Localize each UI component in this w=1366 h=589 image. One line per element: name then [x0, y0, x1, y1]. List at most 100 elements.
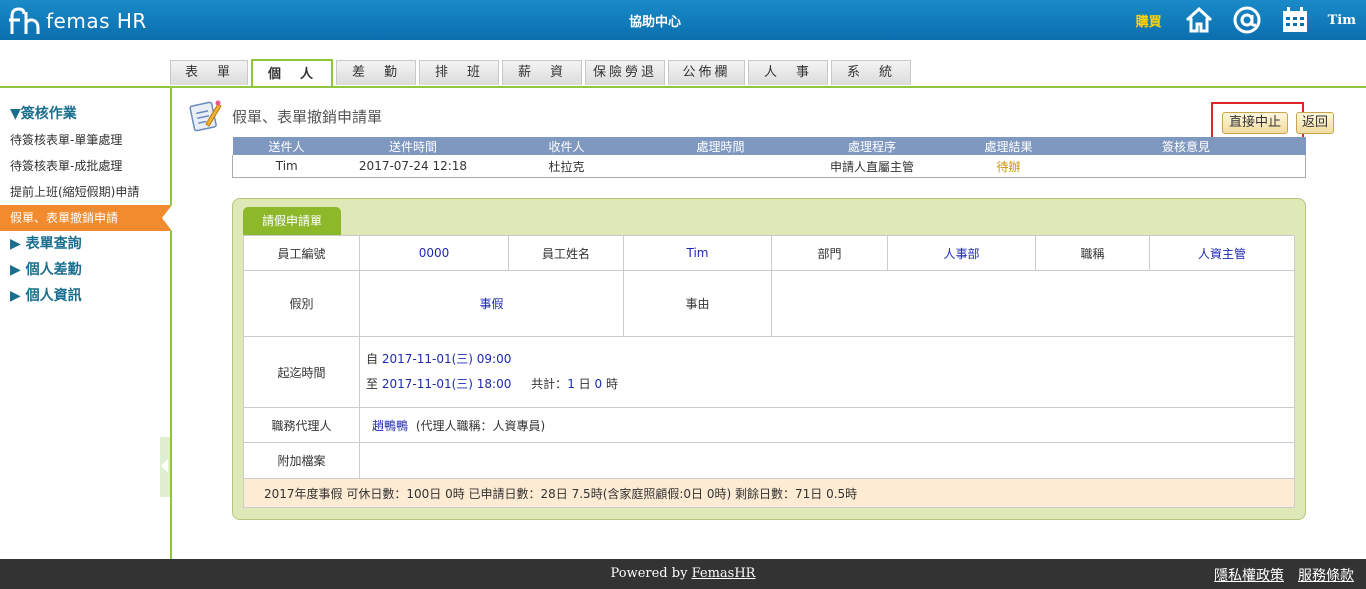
form-row-agent: 職務代理人 趙鴨鴨 (代理人職稱：人資專員): [243, 407, 1295, 443]
privacy-policy-link[interactable]: 隱私權政策: [1214, 565, 1284, 585]
sidebar-item-batch-approval[interactable]: 待簽核表單-成批處理: [0, 153, 170, 179]
label-emp-no: 員工編號: [243, 235, 360, 271]
sidebar-collapse-handle[interactable]: [160, 437, 170, 497]
page-title: 假單、表單撤銷申請單: [232, 108, 383, 126]
col-sender: 送件人: [232, 137, 341, 155]
sidebar-item-single-approval[interactable]: 待簽核表單-單筆處理: [0, 127, 170, 153]
home-icon[interactable]: [1184, 5, 1214, 35]
panel-tab-leave-request[interactable]: 請假申請單: [243, 207, 341, 235]
cell-send-time: 2017-07-24 12:18: [340, 155, 486, 178]
cell-receiver: 杜拉克: [485, 155, 648, 178]
col-send-time: 送件時間: [340, 137, 486, 155]
back-button[interactable]: 返回: [1296, 112, 1335, 134]
to-prefix: 至: [366, 377, 379, 391]
cell-result: 待辦: [950, 155, 1067, 178]
femas-logo-icon: [9, 7, 40, 34]
femas-logo[interactable]: femas HR: [8, 6, 147, 36]
label-dept: 部門: [771, 235, 888, 271]
sidebar-item-revoke-request[interactable]: 假單、表單撤銷申請: [0, 205, 172, 231]
col-process-time: 處理時間: [647, 137, 794, 155]
cell-process-time: [647, 155, 794, 178]
top-bar: femas HR 協助中心 購買 Tim: [0, 0, 1366, 40]
powered-by: Powered by FemasHR: [0, 566, 1366, 581]
tab-divider: [0, 86, 1366, 88]
value-dept: 人事部: [887, 235, 1036, 271]
tab-scheduling[interactable]: 排 班: [419, 60, 499, 85]
process-table: 送件人 送件時間 收件人 處理時間 處理程序 處理結果 簽核意見 Tim 201…: [232, 137, 1306, 178]
tab-personal[interactable]: 個 人: [251, 59, 333, 88]
label-leave-type: 假別: [243, 270, 360, 337]
sidebar-item-early-work[interactable]: 提前上班(縮短假期)申請: [0, 179, 170, 205]
value-agent: 趙鴨鴨 (代理人職稱：人資專員): [359, 407, 1295, 443]
cell-comment: [1066, 155, 1306, 178]
value-emp-name: Tim: [623, 235, 772, 271]
tab-forms[interactable]: 表 單: [170, 60, 248, 85]
from-datetime: 2017-11-01(三) 09:00: [381, 352, 512, 366]
tab-system[interactable]: 系 統: [831, 60, 911, 85]
sidebar-section-info[interactable]: ▶ 個人資訊: [0, 283, 170, 309]
sidebar: ▼簽核作業 待簽核表單-單筆處理 待簽核表單-成批處理 提前上班(縮短假期)申請…: [0, 88, 172, 559]
terminate-button[interactable]: 直接中止: [1222, 112, 1289, 134]
tab-attendance[interactable]: 差 勤: [336, 60, 416, 85]
buy-link[interactable]: 購買: [1136, 11, 1162, 30]
logo-text: femas HR: [46, 9, 147, 33]
form-edit-icon: [189, 100, 222, 132]
label-emp-name: 員工姓名: [508, 235, 624, 271]
calendar-icon[interactable]: [1280, 5, 1310, 35]
value-attachment: [359, 442, 1295, 479]
process-table-header: 送件人 送件時間 收件人 處理時間 處理程序 處理結果 簽核意見: [232, 137, 1306, 155]
tab-insurance[interactable]: 保險勞退: [585, 60, 665, 85]
powered-prefix: Powered by: [610, 566, 692, 581]
col-procedure: 處理程序: [793, 137, 951, 155]
tab-payroll[interactable]: 薪 資: [502, 60, 582, 85]
col-result: 處理結果: [950, 137, 1067, 155]
main-tabs: 表 單 個 人 差 勤 排 班 薪 資 保險勞退 公佈欄 人 事 系 統: [170, 59, 914, 88]
form-row-leave-type: 假別 事假 事由: [243, 270, 1295, 337]
terms-of-service-link[interactable]: 服務條款: [1298, 565, 1354, 585]
total-days: 1: [567, 377, 575, 391]
form-row-period: 起迄時間 自 2017-11-01(三) 09:00 至 2017-11-01(…: [243, 336, 1295, 408]
form-row-attachment: 附加檔案: [243, 442, 1295, 479]
label-period: 起迄時間: [243, 336, 360, 408]
footer: Powered by FemasHR 隱私權政策 服務條款: [0, 559, 1366, 589]
to-datetime: 2017-11-01(三) 18:00: [381, 377, 512, 391]
agent-name: 趙鴨鴨: [372, 418, 409, 433]
leave-form-table: 員工編號 0000 員工姓名 Tim 部門 人事部 職稱 人資主管 假別 事假 …: [243, 235, 1295, 508]
value-period: 自 2017-11-01(三) 09:00 至 2017-11-01(三) 18…: [359, 336, 1295, 408]
sidebar-section-sign[interactable]: ▼簽核作業: [0, 101, 170, 127]
day-unit: 日: [578, 377, 591, 391]
leave-request-panel: 請假申請單 員工編號 0000 員工姓名 Tim 部門 人事部 職稱 人資主管 …: [232, 198, 1306, 520]
sidebar-section-query[interactable]: ▶ 表單查詢: [0, 231, 170, 257]
tab-hr[interactable]: 人 事: [748, 60, 828, 85]
col-receiver: 收件人: [485, 137, 648, 155]
form-row-employee: 員工編號 0000 員工姓名 Tim 部門 人事部 職稱 人資主管: [243, 235, 1295, 271]
username[interactable]: Tim: [1328, 13, 1356, 28]
cell-procedure: 申請人直屬主管: [793, 155, 951, 178]
label-agent: 職務代理人: [243, 407, 360, 443]
leave-balance-summary: 2017年度事假 可休日數：100日 0時 已申請日數：28日 7.5時(含家庭…: [243, 478, 1295, 508]
total-hours: 0: [594, 377, 603, 391]
femashr-link[interactable]: FemasHR: [692, 566, 756, 581]
form-row-summary: 2017年度事假 可休日數：100日 0時 已申請日數：28日 7.5時(含家庭…: [243, 478, 1295, 508]
agent-note: (代理人職稱：人資專員): [415, 418, 546, 433]
sidebar-section-attendance[interactable]: ▶ 個人差勤: [0, 257, 170, 283]
from-prefix: 自: [366, 352, 379, 366]
period-from-line: 自 2017-11-01(三) 09:00: [366, 347, 1294, 372]
value-emp-no: 0000: [359, 235, 509, 271]
total-label: 共計：: [531, 377, 568, 391]
value-title: 人資主管: [1149, 235, 1295, 271]
label-reason: 事由: [623, 270, 772, 337]
hour-unit: 時: [605, 377, 618, 391]
value-leave-type: 事假: [359, 270, 624, 337]
email-icon[interactable]: [1232, 5, 1262, 35]
label-attachment: 附加檔案: [243, 442, 360, 479]
help-center-link[interactable]: 協助中心: [600, 11, 710, 30]
value-reason: [771, 270, 1295, 337]
period-to-line: 至 2017-11-01(三) 18:00 共計：1 日 0 時: [366, 372, 1294, 397]
table-row: Tim 2017-07-24 12:18 杜拉克 申請人直屬主管 待辦: [232, 155, 1306, 178]
tab-bulletin[interactable]: 公佈欄: [668, 60, 745, 85]
col-comment: 簽核意見: [1066, 137, 1306, 155]
chevron-left-icon: [161, 459, 168, 473]
cell-sender: Tim: [232, 155, 341, 178]
label-title: 職稱: [1035, 235, 1150, 271]
